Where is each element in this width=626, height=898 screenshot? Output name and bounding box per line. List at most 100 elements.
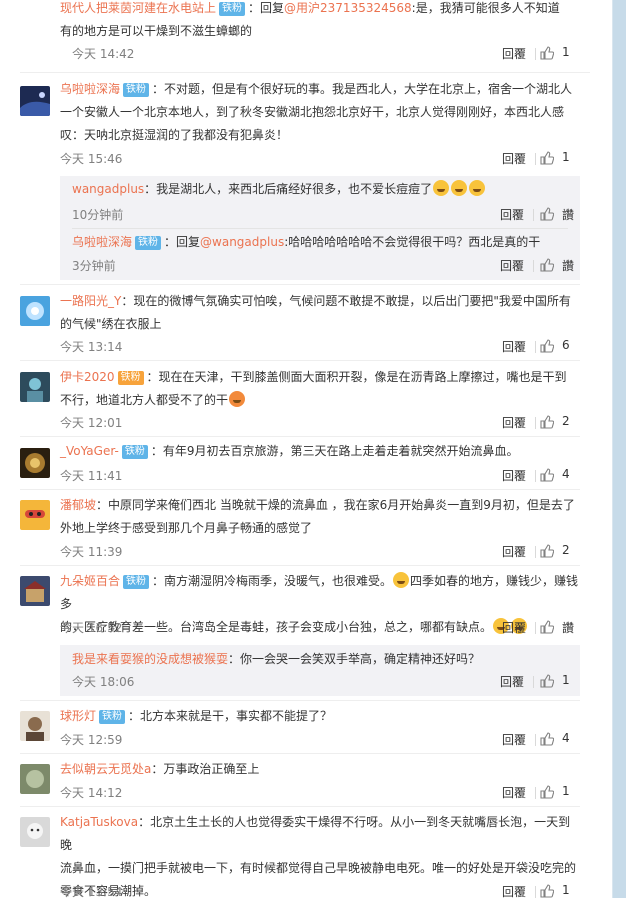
meta-separator [535,734,536,746]
comment-meta: 今天 12:59 回覆 4 [60,731,580,751]
reply-button[interactable]: 回覆 [502,883,526,898]
thumbs-up-icon [540,207,554,221]
avatar[interactable] [20,576,50,606]
thumbs-up-icon [540,785,554,799]
fan-badge[interactable]: 铁粉 [219,2,246,16]
reply-button[interactable]: 回覆 [502,45,526,62]
avatar-image [20,86,50,116]
comment-line: ：北方本来就是干，事实都不能提了？ [128,709,333,723]
reply-button[interactable]: 回覆 [502,414,526,431]
reply-line: ：我是湖北人，来西北后痛经好很多，也不爱长痘痘了 [144,182,433,196]
reply-nickname[interactable]: wangadplus [72,182,144,196]
fan-badge[interactable]: 铁粉 [121,445,148,459]
fan-badge[interactable]: 铁粉 [117,371,144,385]
meta-separator [533,676,534,688]
comment-nickname[interactable]: 伊卡2020 [60,370,115,384]
reply-meta: 3分钟前 回覆 讚 [72,257,574,277]
meta-separator [535,787,536,799]
meta-separator [535,470,536,482]
avatar[interactable] [20,500,50,530]
comment-nickname[interactable]: 现代人把莱茵河建在水电站上 [60,1,216,15]
avatar-image [20,817,50,847]
reply-text: wangadplus：我是湖北人，来西北后痛经好很多，也不爱长痘痘了 [72,178,568,201]
like-count: 4 [562,731,570,745]
comment-line: 的气候"绣在衣服上 [60,317,162,331]
comment-time: 今天 12:59 [60,733,123,747]
reply-text: 我是来看耍猴的没成想被猴耍：你一会哭一会笑双手举高，确定精神还好吗？ [72,648,568,671]
fan-badge[interactable]: 铁粉 [135,236,162,250]
reply-button[interactable]: 回覆 [502,543,526,560]
comment-nickname[interactable]: 乌啦啦深海 [60,82,120,96]
avatar-image [20,764,50,794]
reply-divider [72,228,568,229]
meta-separator [535,886,536,898]
reply-time: 今天 18:06 [72,675,135,689]
thumbs-up-icon [540,732,554,746]
divider [20,806,580,807]
thumbs-up-icon [540,468,554,482]
comment-meta: 今天 14:42 回覆 1 [72,45,580,65]
like-count: 讚 [562,259,575,273]
avatar[interactable] [20,764,50,794]
thumbs-up-icon [540,151,554,165]
fan-badge[interactable]: 铁粉 [99,710,126,724]
laughing-emoji-icon [433,180,450,196]
comment-line: ：中原同学来俺们西北 当晚就干燥的流鼻血 ，我在家6月开始鼻炎一直到9月初，但是… [96,498,575,512]
comment-nickname[interactable]: 球形灯 [60,709,96,723]
comment-nickname[interactable]: 去似朝云无觅处a [60,762,151,776]
reply-time: 3分钟前 [72,259,116,273]
reply-button[interactable]: 回覆 [500,257,524,274]
avatar[interactable] [20,372,50,402]
comment-nickname[interactable]: 一路阳光_Y [60,294,121,308]
divider [20,284,580,285]
fan-badge[interactable]: 铁粉 [123,83,150,97]
divider [20,753,580,754]
like-count: 2 [562,543,570,557]
reply-button[interactable]: 回覆 [502,467,526,484]
reply-nickname[interactable]: 乌啦啦深海 [72,235,132,249]
avatar[interactable] [20,448,50,478]
thumbs-up-icon [540,258,554,272]
comment-text: 伊卡2020 铁粉 ：现在在天津，干到膝盖侧面大面积开裂，像是在沥青路上摩擦过，嘴也… [60,366,580,412]
comment-nickname[interactable]: 九朵姬百合 [60,574,120,588]
comment-time: 今天 14:12 [60,786,123,800]
like-count: 4 [562,467,570,481]
comment-time: 今天 15:46 [60,152,123,166]
avatar-image [20,296,50,326]
reply-button[interactable]: 回覆 [500,206,524,223]
comment-feed: 现代人把莱茵河建在水电站上 铁粉 ：回复@用沪237135324568:是，我猜可能… [0,0,612,898]
avatar[interactable] [20,817,50,847]
comment-line: 流鼻血，一摸门把手就被电一下，有时候都觉得自己早晚被静电电死。唯一的好处是开袋没… [60,861,577,875]
laughing-emoji-icon [469,180,486,196]
comment-time: 今天 11:39 [60,545,123,559]
reply-button[interactable]: 回覆 [500,673,524,690]
reply-button[interactable]: 回覆 [502,338,526,355]
reply-nickname[interactable]: 我是来看耍猴的没成想被猴耍 [72,652,228,666]
meta-separator [535,546,536,558]
comment-line: ：现在在天津，干到膝盖侧面大面积开裂，像是在沥青路上摩擦过，嘴也是干到 [146,370,567,384]
comment-meta: 今天 15:46 回覆 1 [60,150,580,170]
reply-button[interactable]: 回覆 [502,784,526,801]
comment-line: ：不对题，但是有个很好玩的事。我是西北人，大学在北京上，宿舍一个湖北人 [152,82,573,96]
reply-button[interactable]: 回覆 [502,731,526,748]
reply-button[interactable]: 回覆 [502,619,526,636]
comment-line: 有的地方是可以干燥到不滋生蟑螂的 [60,24,253,38]
avatar[interactable] [20,86,50,116]
comment-nickname[interactable]: KatjaTuskova [60,815,138,829]
meta-separator [535,341,536,353]
divider [20,700,580,701]
reply-button[interactable]: 回覆 [502,150,526,167]
laughing-emoji-icon [451,180,468,196]
avatar[interactable] [20,711,50,741]
fan-badge[interactable]: 铁粉 [123,575,150,589]
comment-meta: 今天 13:54 回覆 1 [60,883,580,898]
comment-line: 一个安徽人一个北京本地人，到了秋冬安徽湖北抱怨北京好干，北京人觉得刚刚好，本西北… [60,105,565,119]
thumbs-up-icon [540,674,554,688]
avatar[interactable] [20,296,50,326]
like-count: 2 [562,414,570,428]
mention-link[interactable]: @用沪237135324568 [284,1,412,15]
comment-nickname[interactable]: _VoYaGer- [60,444,119,458]
comment-nickname[interactable]: 潘郁坡 [60,498,96,512]
avatar-image [20,576,50,606]
mention-link[interactable]: @wangadplus [200,235,284,249]
